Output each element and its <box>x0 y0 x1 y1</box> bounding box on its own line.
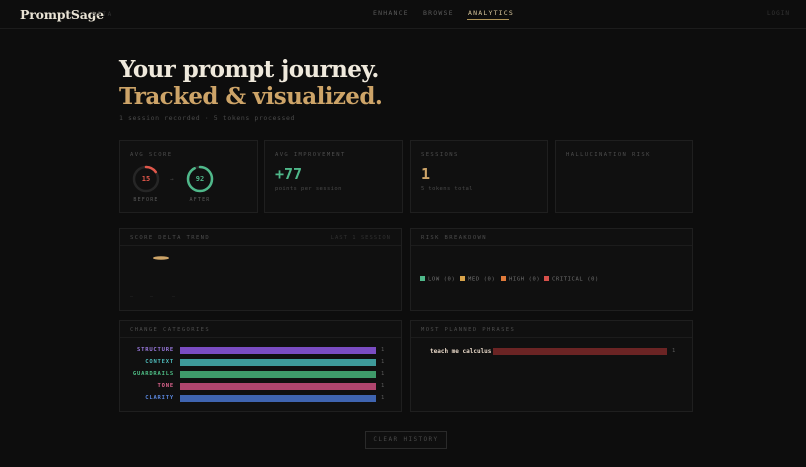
phrases-header: MOST PLANNED PHRASES <box>411 321 692 338</box>
category-count: 1 <box>381 359 385 365</box>
nav-browse[interactable]: BROWSE <box>423 9 454 17</box>
nav-analytics[interactable]: ANALYTICS <box>468 9 514 17</box>
category-bar <box>180 347 376 354</box>
hallucination-risk-card: HALLUCINATION RISK <box>555 140 693 213</box>
category-bar <box>180 371 376 378</box>
legend-label-low: LOW (0) <box>428 276 456 283</box>
nav-active-indicator <box>467 19 509 20</box>
change-categories-header: CHANGE CATEGORIES <box>120 321 401 338</box>
score-delta-card: SCORE DELTA TREND LAST 1 SESSION — — — <box>119 228 402 311</box>
category-name: CONTEXT <box>145 359 174 365</box>
hero-title-line1: Your prompt journey. <box>119 56 379 83</box>
legend-swatch-low <box>420 276 425 281</box>
score-delta-plot <box>153 256 169 260</box>
delta-point <box>153 256 169 260</box>
avg-improvement-sub: points per session <box>275 186 342 192</box>
nav-enhance[interactable]: ENHANCE <box>373 9 409 17</box>
before-score: 15 <box>141 175 151 183</box>
risk-breakdown-card: RISK BREAKDOWN <box>410 228 693 311</box>
phrase-bar <box>493 348 667 355</box>
avg-improvement-label: AVG IMPROVEMENT <box>275 152 346 158</box>
risk-breakdown-header: RISK BREAKDOWN <box>411 229 692 246</box>
after-score: 92 <box>195 175 205 183</box>
x-tick-3: — <box>172 294 176 300</box>
category-name: TONE <box>157 383 174 389</box>
category-name: CLARITY <box>145 395 174 401</box>
avg-improvement-card: AVG IMPROVEMENT +77 points per session <box>264 140 403 213</box>
change-categories-label: CHANGE CATEGORIES <box>130 327 211 333</box>
phrase-text: teach me calculus <box>430 348 492 355</box>
after-caption: AFTER <box>189 197 211 203</box>
category-row: TONE 1 <box>120 383 403 390</box>
top-bar: PromptSage BETA ENHANCE BROWSE ANALYTICS… <box>0 0 806 29</box>
category-count: 1 <box>381 347 385 353</box>
before-caption: BEFORE <box>133 197 159 203</box>
category-row: CONTEXT 1 <box>120 359 403 366</box>
legend-label-med: MED (0) <box>468 276 496 283</box>
legend-low: LOW (0) <box>420 276 455 283</box>
hero-subtitle: 1 session recorded · 5 tokens processed <box>119 114 296 122</box>
legend-swatch-critical <box>544 276 549 281</box>
category-bar <box>180 359 376 366</box>
category-row: CLARITY 1 <box>120 395 403 402</box>
x-tick-1: — <box>130 294 134 300</box>
category-row: STRUCTURE 1 <box>120 347 403 354</box>
brand-tag: BETA <box>92 11 113 18</box>
category-count: 1 <box>381 371 385 377</box>
legend-swatch-med <box>460 276 465 281</box>
category-bar <box>180 383 376 390</box>
sessions-value: 1 <box>421 165 431 183</box>
category-name: GUARDRAILS <box>132 371 174 377</box>
phrase-count: 1 <box>672 348 676 354</box>
login-link[interactable]: LOGIN <box>767 10 790 17</box>
category-count: 1 <box>381 383 385 389</box>
clear-history-button[interactable]: CLEAR HISTORY <box>365 431 447 449</box>
hallucination-risk-label: HALLUCINATION RISK <box>566 152 651 158</box>
legend-label-critical: CRITICAL (0) <box>552 276 599 283</box>
sessions-sub: 5 tokens total <box>421 186 473 192</box>
legend-label-high: HIGH (0) <box>509 276 541 283</box>
phrases-label: MOST PLANNED PHRASES <box>421 327 516 333</box>
sessions-card: SESSIONS 1 5 tokens total <box>410 140 548 213</box>
legend-med: MED (0) <box>460 276 495 283</box>
category-name: STRUCTURE <box>136 347 174 353</box>
legend-critical: CRITICAL (0) <box>544 276 599 283</box>
change-categories-card: CHANGE CATEGORIES STRUCTURE 1 CONTEXT 1 GUAR… <box>119 320 402 412</box>
avg-improvement-value: +77 <box>275 165 303 183</box>
category-count: 1 <box>381 395 385 401</box>
risk-breakdown-label: RISK BREAKDOWN <box>421 235 487 241</box>
arrow-icon: → <box>170 176 174 183</box>
x-tick-2: — <box>150 294 154 300</box>
legend-swatch-high <box>501 276 506 281</box>
avg-score-card: AVG SCORE 15 92 → BEFORE AFTER <box>119 140 258 213</box>
category-bar <box>180 395 376 402</box>
category-row: GUARDRAILS 1 <box>120 371 403 378</box>
legend-high: HIGH (0) <box>501 276 540 283</box>
phrases-card: MOST PLANNED PHRASES teach me calculus 1 <box>410 320 693 412</box>
hero-title-line2: Tracked & visualized. <box>119 83 383 110</box>
sessions-label: SESSIONS <box>421 152 459 158</box>
